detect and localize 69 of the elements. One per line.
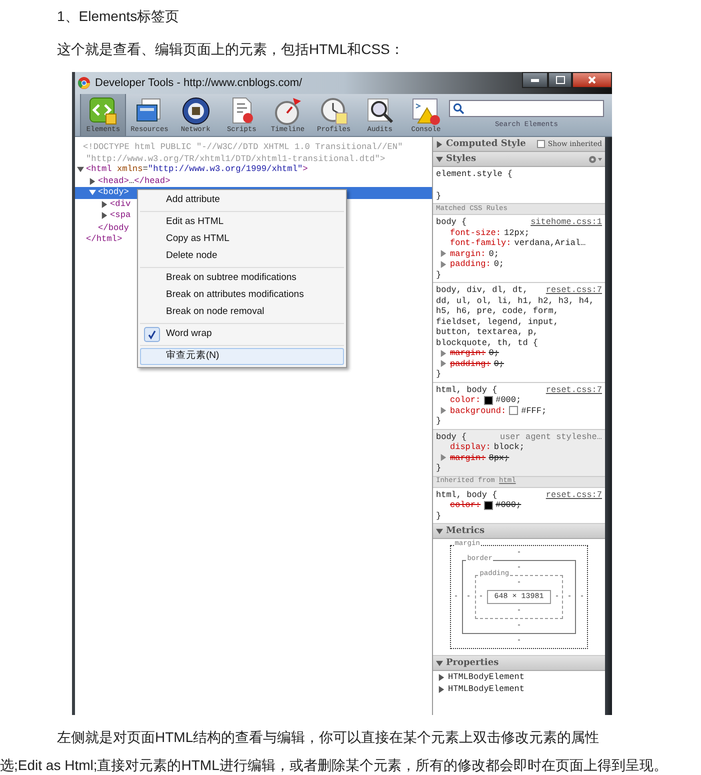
menu-item-label: Copy as HTML <box>166 232 230 246</box>
dom-node-text: <div <box>110 198 131 211</box>
body-text: 选;Edit as Html;直接对元素的HTML进行编辑，或者删除某个元素，所有的修改都会即时在页面上得到呈现。 <box>0 756 668 774</box>
property-name: color: <box>450 395 481 406</box>
closing-tag: </html> <box>86 233 122 244</box>
css-selector: button, textarea, p, <box>436 327 538 338</box>
property-name: padding: <box>450 358 491 369</box>
css-selector: body { <box>436 217 467 228</box>
body-text: 左侧就是对页面HTML结构的查看与编辑，你可以直接在某个元素上双击修改元素的属性 <box>57 728 600 746</box>
closing-brace: } <box>436 416 442 426</box>
property-value: block; <box>494 442 524 452</box>
property-name: margin: <box>450 348 486 358</box>
property-value: 8px; <box>488 452 510 463</box>
property-object: HTMLBodyElement <box>448 684 525 694</box>
css-selector: blockquote, th, td { <box>436 338 538 348</box>
menu-item-label: Delete node <box>166 249 218 264</box>
closing-brace: } <box>436 369 442 379</box>
section-title: Metrics <box>446 526 485 536</box>
property-name: display: <box>450 442 491 452</box>
window-title: Developer Tools - http://www.cnblogs.com/ <box>95 76 302 91</box>
property-value: #000; <box>496 500 522 510</box>
menu-item-label: Add attribute <box>166 193 220 208</box>
menu-item-label: Edit as HTML <box>166 215 224 230</box>
menu-item-label: Break on attributes modifications <box>166 288 304 302</box>
closing-brace: } <box>436 463 442 473</box>
dom-node-text: <head>…</head> <box>98 174 170 188</box>
intro-text: 这个就是查看、编辑页面上的元素，包括HTML和CSS： <box>57 40 404 58</box>
closing-brace: } <box>436 270 442 280</box>
property-name: margin: <box>450 452 486 463</box>
property-name: color: <box>450 500 481 510</box>
menu-item-label: 审查元素(N) <box>166 349 220 364</box>
closing-brace: } <box>436 510 442 520</box>
closing-tag: </body <box>98 222 129 233</box>
css-selector: html, body { <box>436 490 498 500</box>
doctype-text: <!DOCTYPE html PUBLIC "-//W3C//DTD XHTML 1.0 Transitional//EN" <box>83 141 403 152</box>
property-name: font-size: <box>450 228 502 238</box>
css-selector: html, body { <box>436 384 498 395</box>
property-value: 0; <box>494 358 504 369</box>
closing-brace: } <box>436 190 442 200</box>
dom-node-text: <html xmlns="http://www.w3.org/1999/xhtml"> <box>86 163 308 176</box>
source-label: user agent styleshe… <box>498 432 602 442</box>
property-value: 0; <box>488 348 499 358</box>
css-selector: body { <box>436 432 467 442</box>
menu-item-label: Word wrap <box>166 327 212 342</box>
section-title: Computed Style <box>446 138 526 150</box>
menu-item-label: Break on node removal <box>166 305 264 320</box>
property-name: margin: <box>450 248 486 259</box>
property-name: font-family: <box>450 238 512 248</box>
menu-item-label: Break on subtree modifications <box>166 271 296 286</box>
property-value: 0; <box>494 259 504 270</box>
property-value: #000; <box>496 395 522 406</box>
property-value: verdana,Arial… <box>514 238 586 248</box>
css-selector: dd, ul, ol, li, h1, h2, h3, h4, <box>436 296 594 306</box>
property-value: 0; <box>488 248 499 259</box>
section-title: Styles <box>446 154 476 164</box>
dom-node-text: <body> <box>98 186 129 200</box>
property-object: HTMLBodyElement <box>448 672 525 682</box>
doctype-text: "http://www.w3.org/TR/xhtml1/DTD/xhtml1-transitional.dtd"> <box>86 152 386 164</box>
css-selector: body, div, dl, dt, <box>436 285 528 296</box>
dom-node-text: <spa <box>110 209 131 222</box>
section-title: Properties <box>446 658 499 668</box>
css-selector: fieldset, legend, input, <box>436 316 558 327</box>
property-name: padding: <box>450 259 491 270</box>
property-value: #FFF; <box>521 406 547 416</box>
property-value: 12px; <box>504 228 530 238</box>
css-selector: element.style { <box>436 169 513 180</box>
property-name: background: <box>450 406 506 416</box>
section-heading: 1、Elements标签页 <box>57 6 180 26</box>
css-selector: h5, h6, pre, code, form, <box>436 306 558 316</box>
